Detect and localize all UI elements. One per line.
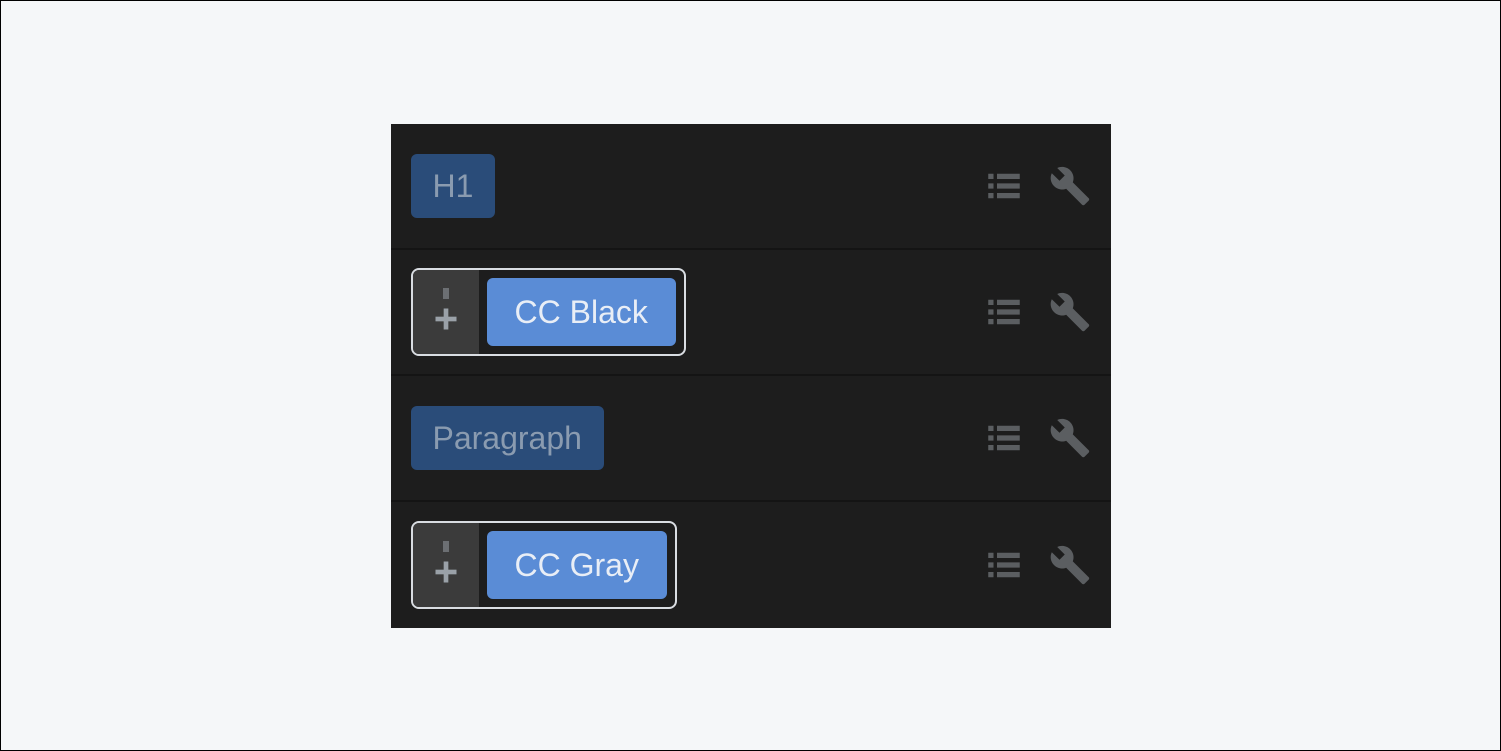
row-actions [983,291,1091,333]
wrench-icon[interactable] [1049,165,1091,207]
list-icon[interactable] [983,291,1025,333]
class-pill-cc-black[interactable]: CC Black [487,278,676,346]
row-actions [983,417,1091,459]
row-left: H1 [411,154,496,218]
element-row[interactable]: Paragraph [391,376,1111,502]
element-row[interactable]: H1 [391,124,1111,250]
row-left: CC Gray [411,521,677,609]
list-icon[interactable] [983,417,1025,459]
row-actions [983,165,1091,207]
plus-icon [432,305,460,333]
element-tag-paragraph[interactable]: Paragraph [411,406,604,470]
element-tag-h1[interactable]: H1 [411,154,496,218]
row-left: Paragraph [411,406,604,470]
class-pill-group: CC Gray [411,521,677,609]
element-row[interactable]: CC Black [391,250,1111,376]
list-icon[interactable] [983,165,1025,207]
class-pill-cc-gray[interactable]: CC Gray [487,531,667,599]
wrench-icon[interactable] [1049,544,1091,586]
row-actions [983,544,1091,586]
row-left: CC Black [411,268,686,356]
element-row[interactable]: CC Gray [391,502,1111,628]
list-icon[interactable] [983,544,1025,586]
drag-handle-icon[interactable] [443,288,449,299]
plus-icon [432,558,460,586]
add-class-button[interactable] [413,270,479,354]
element-list-panel: H1 CC Black [391,124,1111,628]
class-pill-group: CC Black [411,268,686,356]
wrench-icon[interactable] [1049,291,1091,333]
add-class-button[interactable] [413,523,479,607]
wrench-icon[interactable] [1049,417,1091,459]
drag-handle-icon[interactable] [443,541,449,552]
